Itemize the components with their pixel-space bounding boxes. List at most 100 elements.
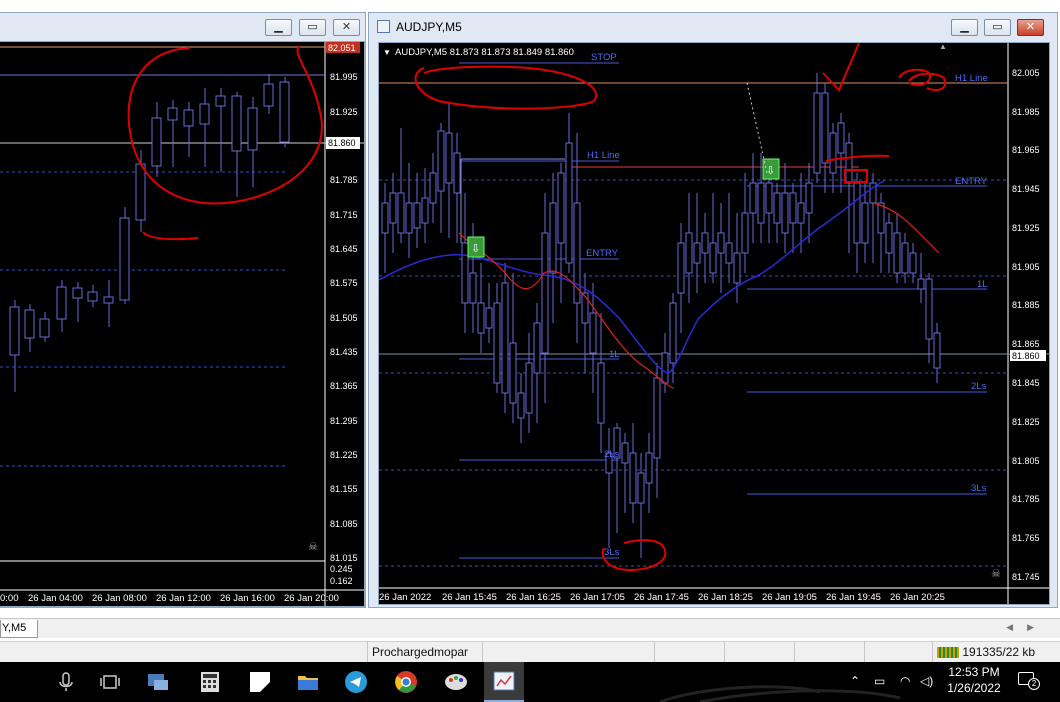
close-icon: ✕: [341, 21, 352, 33]
chart-corner-icon: ☠: [991, 568, 1001, 580]
time-tick: 26 Jan 08:00: [92, 593, 147, 604]
indicator-tick: 0.162: [330, 576, 353, 586]
level-label-3ls-right: 3Ls: [971, 483, 987, 494]
level-label-2ls-right: 2Ls: [971, 381, 987, 392]
level-label-1l-right: 1L: [977, 279, 988, 290]
price-tick: 81.825: [1012, 417, 1040, 427]
status-cell-empty: [864, 642, 932, 663]
show-hidden-icons[interactable]: ⌃: [850, 674, 860, 688]
connection-status[interactable]: 191335/22 kb: [932, 642, 1060, 663]
chart-corner-icon: ☠: [308, 541, 318, 553]
level-label-entry: ENTRY: [586, 248, 619, 259]
price-tick: 81.765: [1012, 533, 1040, 543]
price-tick: 81.435: [330, 347, 358, 357]
price-tick: 81.885: [1012, 300, 1040, 310]
file-explorer-icon[interactable]: [296, 670, 320, 694]
price-tick: 81.985: [1012, 107, 1040, 117]
price-label-top-red: 82.051: [328, 43, 356, 53]
price-tick: 81.945: [1012, 184, 1040, 194]
minimize-button[interactable]: ▁: [265, 19, 292, 36]
level-label-2ls: 2Ls: [604, 449, 620, 460]
level-label-stop: STOP: [591, 52, 617, 63]
level-label-entry-right: ENTRY: [955, 176, 988, 187]
price-tick: 81.925: [330, 107, 358, 117]
clock-date: 1/26/2022: [947, 681, 1001, 695]
clock-time: 12:53 PM: [948, 665, 1000, 679]
indicator-tick: 0.245: [330, 564, 353, 574]
close-button[interactable]: ✕: [1017, 19, 1044, 36]
maximize-button[interactable]: ▭: [984, 19, 1011, 36]
price-tick: 81.865: [1012, 339, 1040, 349]
chart-window-icon: [377, 20, 390, 33]
time-tick: 0:00: [0, 593, 19, 604]
right-chart-area[interactable]: ▼ AUDJPY,M5 81.873 81.873 81.849 81.860: [378, 42, 1050, 605]
price-tick: 81.575: [330, 278, 358, 288]
status-cell-empty: [794, 642, 864, 663]
desktop: ▁ ▭ ✕ 82.051 81.860 81.995 81.925 81.785…: [0, 0, 1060, 702]
minimize-icon: ▁: [274, 21, 283, 33]
time-tick: 26 Jan 17:45: [634, 592, 689, 603]
battery-icon[interactable]: ▭: [874, 674, 885, 688]
wifi-icon[interactable]: ◠: [900, 674, 910, 688]
price-tick: 82.005: [1012, 68, 1040, 78]
paint-app-icon[interactable]: [444, 670, 468, 694]
time-tick: 26 Jan 20:00: [284, 593, 339, 604]
left-window-titlebar[interactable]: ▁ ▭ ✕: [0, 13, 365, 41]
sticky-notes-icon[interactable]: [248, 670, 272, 694]
price-tick: 81.225: [330, 450, 358, 460]
left-chart-window: ▁ ▭ ✕ 82.051 81.860 81.995 81.925 81.785…: [0, 12, 366, 608]
price-tick: 81.965: [1012, 145, 1040, 155]
right-chart-svg: ▼ AUDJPY,M5 81.873 81.873 81.849 81.860: [379, 43, 1049, 604]
telegram-icon[interactable]: [344, 670, 368, 694]
network-app-icon[interactable]: [146, 670, 170, 694]
level-label-h1-right: H1 Line: [955, 73, 988, 84]
price-tick: 81.015: [330, 553, 358, 563]
status-cell-empty: [654, 642, 724, 663]
restore-icon: ▭: [992, 21, 1003, 33]
calculator-icon[interactable]: [198, 670, 222, 694]
price-tick: 81.905: [1012, 262, 1040, 272]
price-tick: 81.995: [330, 72, 358, 82]
windows-taskbar: ⌃ ▭ ◠ ◁) 12:53 PM 1/26/2022 2: [0, 662, 1060, 702]
tab-audjpy-m5[interactable]: Y,M5: [0, 620, 38, 638]
metatrader-icon[interactable]: [484, 662, 524, 702]
time-tick: 26 Jan 16:00: [220, 593, 275, 604]
right-candles: [381, 73, 941, 558]
time-tick: 26 Jan 04:00: [28, 593, 83, 604]
price-tick: 81.155: [330, 484, 358, 494]
task-view-icon[interactable]: [98, 670, 122, 694]
time-tick: 26 Jan 19:45: [826, 592, 881, 603]
price-label-current: 81.860: [328, 138, 356, 148]
notification-count: 2: [1028, 678, 1040, 690]
close-icon: ✕: [1025, 21, 1036, 33]
time-tick: 26 Jan 17:05: [570, 592, 625, 603]
right-window-titlebar[interactable]: AUDJPY,M5 ▁ ▭ ✕: [369, 13, 1057, 41]
microphone-icon[interactable]: [54, 670, 78, 694]
tab-scroll-arrows[interactable]: ◀▶: [1006, 622, 1048, 633]
right-chart-window: AUDJPY,M5 ▁ ▭ ✕ ▼ AUDJPY,M5 81.873 81.87…: [368, 12, 1058, 608]
time-tick: 26 Jan 20:25: [890, 592, 945, 603]
volume-icon[interactable]: ◁): [920, 674, 933, 688]
close-button[interactable]: ✕: [333, 19, 360, 36]
price-tick: 81.365: [330, 381, 358, 391]
buy-arrow-icon: ⇩: [766, 165, 775, 177]
chrome-icon[interactable]: [394, 670, 418, 694]
price-tick: 81.745: [1012, 572, 1040, 582]
left-time-axis: 0:00 26 Jan 04:00 26 Jan 08:00 26 Jan 12…: [0, 593, 339, 604]
minimize-button[interactable]: ▁: [951, 19, 978, 36]
price-tick: 81.295: [330, 416, 358, 426]
status-cell-empty: [482, 642, 654, 663]
price-tick: 81.805: [1012, 456, 1040, 466]
time-tick: 26 Jan 12:00: [156, 593, 211, 604]
chart-header: AUDJPY,M5 81.873 81.873 81.849 81.860: [395, 47, 574, 58]
notification-center-button[interactable]: 2: [1018, 672, 1040, 690]
price-tick: 81.785: [330, 175, 358, 185]
clock[interactable]: 12:53 PM 1/26/2022: [946, 665, 1002, 695]
level-label-h1: H1 Line: [587, 150, 620, 161]
connection-bars-icon: [937, 647, 959, 659]
left-chart-area[interactable]: 82.051 81.860 81.995 81.925 81.785 81.71…: [0, 41, 365, 607]
maximize-button[interactable]: ▭: [299, 19, 326, 36]
price-tick: 81.715: [330, 210, 358, 220]
price-tick: 81.925: [1012, 223, 1040, 233]
window-title: AUDJPY,M5: [396, 20, 462, 34]
